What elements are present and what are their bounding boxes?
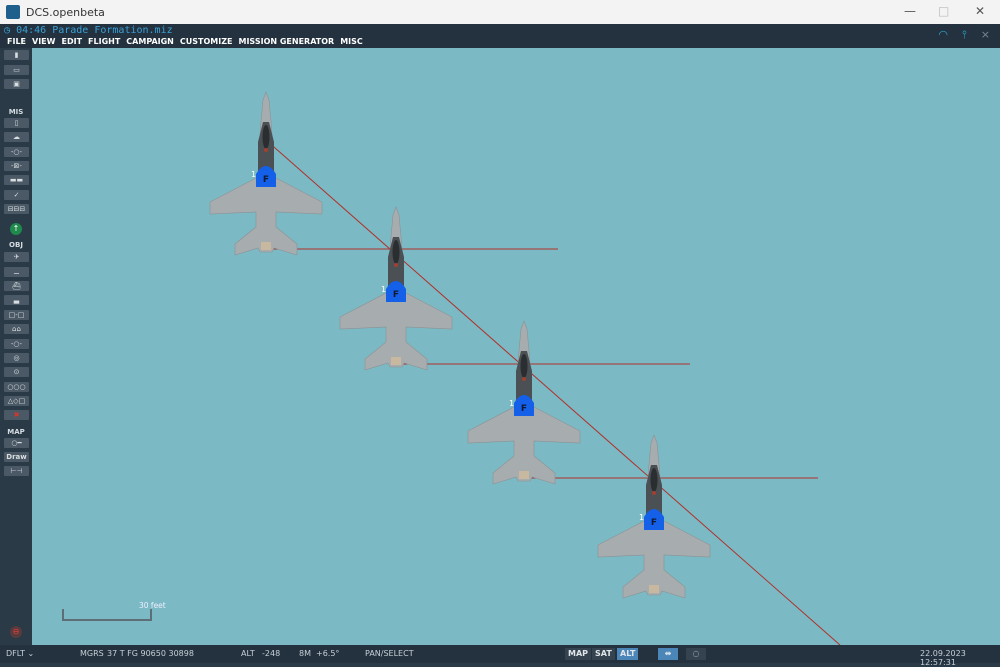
window-title: DCS.openbeta [26,5,105,19]
exit-icon[interactable]: ⊖ [10,626,22,638]
menu-edit[interactable]: EDIT [61,37,82,46]
menu-flight[interactable]: FLIGHT [88,37,120,46]
antenna-icon[interactable]: ⫯ [962,28,967,42]
mis-section-label: MIS [8,108,24,116]
add-static-button[interactable]: □-□ [4,310,29,320]
unit-letter: F [651,518,657,528]
datetime: 22.09.2023 12:57:31 [920,649,966,667]
network-icon[interactable]: ◠ [938,28,948,42]
ruler-button[interactable]: ○━ [4,438,29,448]
menu-campaign[interactable]: CAMPAIGN [126,37,174,46]
add-helicopter-button[interactable]: ⚊ [4,267,29,277]
sat-view-toggle[interactable]: SAT [592,648,615,660]
mission-file: Parade Formation.miz [52,25,173,36]
coordinates-value: 37 T FG 90650 30898 [107,649,194,658]
map-view-toggle[interactable]: MAP [565,648,592,660]
unit-number: 1 [639,513,644,522]
formation-diagonal-line [265,139,841,645]
open-mission-button[interactable]: ▭ [4,65,29,75]
unit-letter: F [263,175,269,185]
clock-icon: ◷ [4,25,11,36]
close-button[interactable]: ✕ [975,4,985,18]
coord-system-label[interactable]: MGRS [80,649,104,658]
add-initial-point-button[interactable]: ○○○ [4,382,29,392]
measure-button[interactable]: ⊢⊣ [4,466,29,476]
dcs-logo-icon [6,5,20,19]
failures-button[interactable]: -⊠- [4,161,29,171]
draw-button[interactable]: Draw [4,452,29,462]
menu-file[interactable]: FILE [7,37,26,46]
add-template-button[interactable]: ⌂⌂ [4,324,29,334]
delete-button[interactable]: ✖ [4,410,29,420]
fly-mission-button[interactable]: ↑ [10,223,22,235]
alt-view-toggle[interactable]: ALT [617,648,639,660]
briefing-button[interactable]: ▯ [4,118,29,128]
unit-number: 1 [381,285,386,294]
add-ship-button[interactable]: ⛴ [4,281,29,291]
menu-view[interactable]: VIEW [32,37,55,46]
triggers-button[interactable]: -○- [4,147,29,157]
menu-customize[interactable]: CUSTOMIZE [180,37,233,46]
window-titlebar: DCS.openbeta — □ ✕ [0,0,1000,24]
aircraft-unit-1[interactable]: F 1 [209,91,323,256]
weather-button[interactable]: ☁ [4,132,29,142]
goals-button[interactable]: ▬▬ [4,175,29,185]
add-target-button[interactable]: ⊙ [4,367,29,377]
add-nav-point-button[interactable]: -○- [4,339,29,349]
new-mission-button[interactable]: ▮ [4,50,29,60]
mag-var-label: 8M [299,649,311,658]
mag-var-value: +6.5° [316,649,340,658]
unit-letter: F [393,290,399,300]
runway-icon[interactable]: ⇹ [658,648,678,660]
unit-letter: F [521,404,527,414]
status-bar: DFLT ⌄ MGRS 37 T FG 90650 30898 ALT -248… [0,645,1000,667]
map-scale-bar: 30 feet [62,601,166,621]
app-close-button[interactable]: × [981,28,990,42]
aircraft-unit-3[interactable]: F 1 [467,320,581,485]
check-button[interactable]: ✓ [4,190,29,200]
obj-section-label: OBJ [9,241,23,249]
mission-time: 04:46 [16,25,47,36]
unit-number: 1 [251,170,256,179]
menu-misc[interactable]: MISC [340,37,363,46]
scale-label: 30 feet [139,601,166,610]
route-lines [265,139,841,645]
app-header: ◷ 04:46 Parade Formation.miz FILE VIEW E… [0,24,1000,48]
save-mission-button[interactable]: ▣ [4,79,29,89]
profile-select[interactable]: DFLT ⌄ [6,649,34,658]
menu-mission-generator[interactable]: MISSION GENERATOR [238,37,334,46]
maximize-button[interactable]: □ [938,4,949,18]
alt-label: ALT [241,649,255,658]
add-zone-button[interactable]: ◎ [4,353,29,363]
mode-indicator: PAN/SELECT [365,649,414,658]
add-vehicle-button[interactable]: ▃ [4,295,29,305]
add-shapes-button[interactable]: △◇□ [4,396,29,406]
main-menu: FILE VIEW EDIT FLIGHT CAMPAIGN CUSTOMIZE… [7,37,363,46]
coalitions-button[interactable]: ⊟⊟⊟ [4,204,29,214]
map-section-label: MAP [7,428,25,436]
add-airplane-button[interactable]: ✈ [4,252,29,262]
mission-info: ◷ 04:46 Parade Formation.miz [4,25,173,36]
sidebar-toolbar: ▮ ▭ ▣ MIS ▯ ☁ -○- -⊠- ▬▬ ✓ ⊟⊟⊟ ↑ OBJ ✈ ⚊… [0,48,32,645]
map-canvas: F 1 F 1 F 1 F 1 30 feet [62,91,841,645]
minimize-button[interactable]: — [904,4,916,18]
map-view[interactable]: F 1 F 1 F 1 F 1 30 feet [32,48,1000,645]
alt-value: -248 [262,649,281,658]
time-icon[interactable]: ◌ [686,648,706,660]
unit-number: 1 [509,399,514,408]
